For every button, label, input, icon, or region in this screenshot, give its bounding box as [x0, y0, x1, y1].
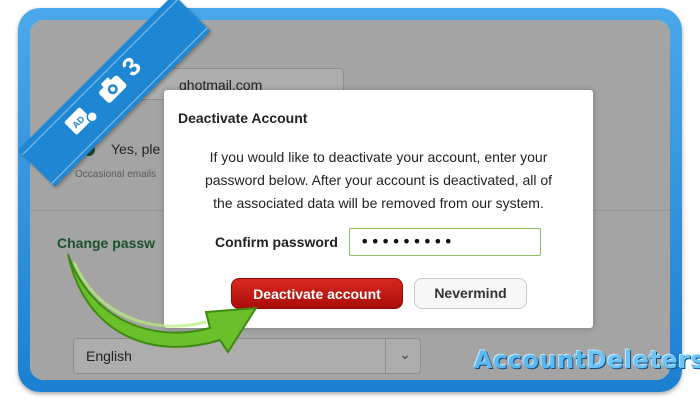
accountdeleters-logo: AccountDeleters — [474, 346, 700, 374]
confirm-password-input[interactable]: ••••••••• — [349, 228, 541, 256]
dialog-message-line: If you would like to deactivate your acc… — [209, 149, 548, 165]
dialog-message: If you would like to deactivate your acc… — [178, 146, 579, 215]
nevermind-button[interactable]: Nevermind — [414, 278, 527, 309]
dialog-message-line: the associated data will be removed from… — [213, 195, 544, 211]
green-arrow-icon — [67, 253, 258, 354]
dialog-title: Deactivate Account — [178, 110, 308, 126]
logo-text-deleters: Deleters — [586, 346, 700, 374]
logo-text-account: Account — [474, 346, 587, 374]
dialog-message-line: password below. After your account is de… — [204, 172, 553, 188]
